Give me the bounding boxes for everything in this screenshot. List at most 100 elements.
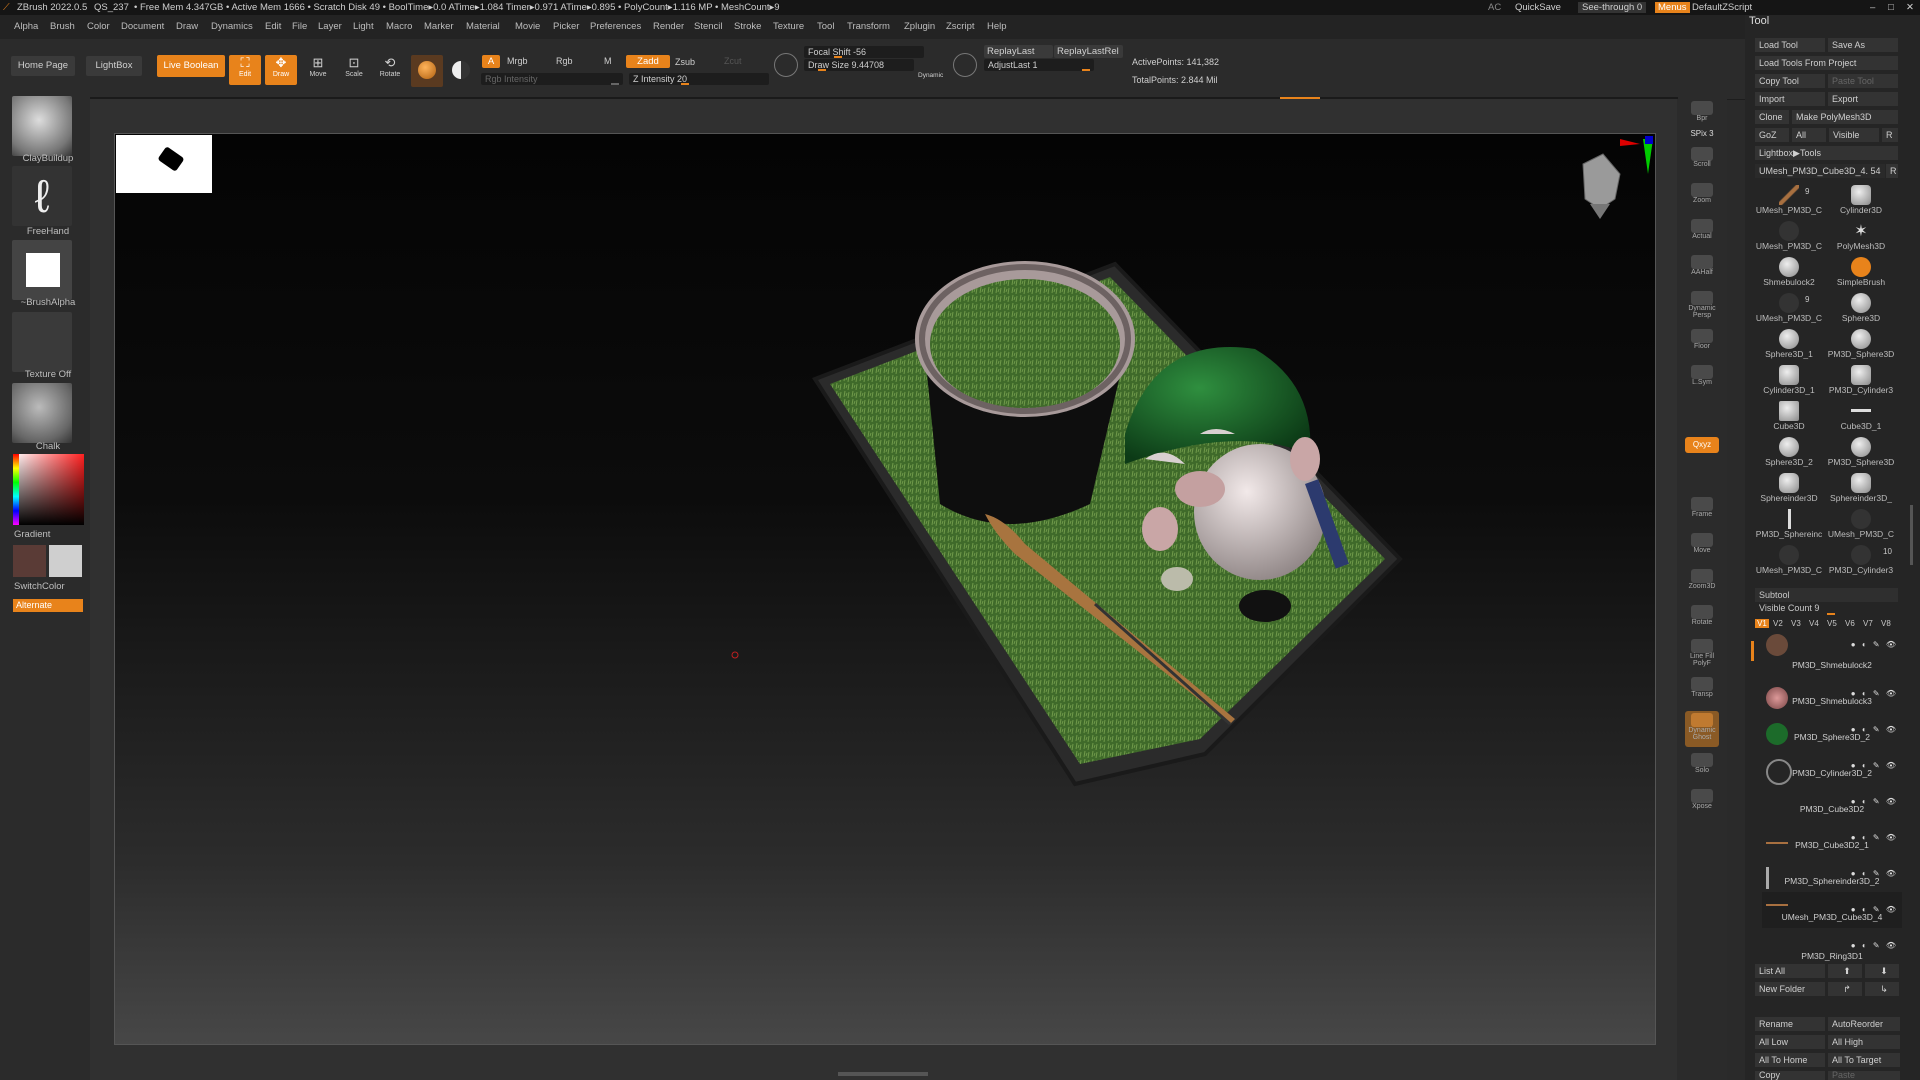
replay-last-rel-button[interactable]: ReplayLastRel	[1054, 45, 1123, 58]
a-button[interactable]: A	[482, 55, 500, 68]
subtool-row[interactable]: ● ◐ ✎ 👁 PM3D_Sphereinder3D_2	[1762, 856, 1902, 892]
all-low-button[interactable]: All Low	[1755, 1035, 1825, 1049]
default-zscript-button[interactable]: DefaultZScript	[1692, 2, 1752, 13]
menus-toggle[interactable]: Menus	[1655, 2, 1690, 13]
tool-item[interactable]: Shmebulock2	[1755, 255, 1823, 289]
copy-tool-button[interactable]: Copy Tool	[1755, 74, 1825, 88]
copy-button[interactable]: Copy	[1755, 1071, 1825, 1080]
tool-item[interactable]: Sphere3D	[1827, 291, 1895, 325]
rotate-button[interactable]: ⟲ Rotate	[374, 55, 406, 85]
paste-tool-button[interactable]: Paste Tool	[1828, 74, 1898, 88]
draw-button[interactable]: ✥ Draw	[265, 55, 297, 85]
menu-document[interactable]: Document	[121, 21, 164, 32]
menu-marker[interactable]: Marker	[424, 21, 454, 32]
draw-size-slider[interactable]: Draw Size 9.44708	[804, 59, 914, 71]
menu-dynamics[interactable]: Dynamics	[211, 21, 253, 32]
solo-button[interactable]: Solo	[1685, 751, 1719, 781]
floor-button[interactable]: Floor	[1685, 327, 1719, 357]
make-polymesh-button[interactable]: Make PolyMesh3D	[1792, 110, 1898, 124]
version-tab[interactable]: V6	[1845, 619, 1855, 628]
quicksave-button[interactable]: QuickSave	[1515, 2, 1561, 13]
tool-item[interactable]: Sphere3D_1	[1755, 327, 1823, 361]
goz-all-button[interactable]: All	[1792, 128, 1826, 142]
menu-macro[interactable]: Macro	[386, 21, 412, 32]
alternate-toggle[interactable]: Alternate	[13, 599, 83, 612]
subtool-row[interactable]: ● ◐ ✎ 👁 PM3D_Cube3D2	[1762, 784, 1902, 820]
folder-arrow-icon[interactable]: ↱	[1828, 982, 1862, 996]
tool-item[interactable]: ✶ PolyMesh3D	[1827, 219, 1895, 253]
home-page-button[interactable]: Home Page	[11, 56, 75, 76]
menu-brush[interactable]: Brush	[50, 21, 75, 32]
frame-button[interactable]: Frame	[1685, 495, 1719, 525]
sphere-material-button[interactable]	[447, 55, 475, 87]
tool-item[interactable]: Sphere3D_2	[1755, 435, 1823, 469]
lazy-mouse-icon[interactable]	[774, 53, 798, 77]
subtool-header[interactable]: Subtool	[1755, 588, 1898, 602]
goz-button[interactable]: GoZ	[1755, 128, 1789, 142]
move-view-button[interactable]: Move	[1685, 531, 1719, 561]
m-button[interactable]: M	[604, 56, 612, 66]
rgb-button[interactable]: Rgb	[556, 56, 573, 66]
load-tool-button[interactable]: Load Tool	[1755, 38, 1825, 52]
menu-picker[interactable]: Picker	[553, 21, 579, 32]
rename-button[interactable]: Rename	[1755, 1017, 1825, 1031]
persp-button[interactable]: Dynamic Persp	[1685, 289, 1719, 319]
scroll-button[interactable]: Scroll	[1685, 145, 1719, 175]
rgb-intensity-slider[interactable]: Rgb Intensity	[481, 73, 623, 85]
tool-item[interactable]: Cube3D_1	[1827, 399, 1895, 433]
replay-last-button[interactable]: ReplayLast	[984, 45, 1053, 58]
lsym-button[interactable]: L.Sym	[1685, 363, 1719, 393]
tool-item[interactable]: SimpleBrush	[1827, 255, 1895, 289]
folder-return-icon[interactable]: ↳	[1865, 982, 1899, 996]
autoreorder-button[interactable]: AutoReorder	[1828, 1017, 1900, 1031]
version-tab[interactable]: V4	[1809, 619, 1819, 628]
menu-stencil[interactable]: Stencil	[694, 21, 723, 32]
material-thumbnail[interactable]	[12, 383, 72, 443]
move-button[interactable]: ⊞ Move	[302, 55, 334, 85]
actual-button[interactable]: Actual	[1685, 217, 1719, 247]
version-tab[interactable]: V2	[1773, 619, 1783, 628]
adjust-last-slider[interactable]: AdjustLast 1	[984, 59, 1094, 71]
version-tab[interactable]: V3	[1791, 619, 1801, 628]
move-up-icon[interactable]: ⬆	[1828, 964, 1862, 978]
menu-stroke[interactable]: Stroke	[734, 21, 761, 32]
maximize-icon[interactable]: □	[1888, 2, 1894, 13]
live-boolean-button[interactable]: Live Boolean	[157, 55, 225, 77]
subtool-row[interactable]: ● ◐ ✎ 👁 PM3D_Sphere3D_2	[1762, 712, 1902, 748]
tool-item[interactable]: UMesh_PM3D_C	[1755, 543, 1823, 577]
load-from-project-button[interactable]: Load Tools From Project	[1755, 56, 1898, 70]
brush-thumbnail[interactable]	[12, 96, 72, 156]
all-to-home-button[interactable]: All To Home	[1755, 1053, 1825, 1067]
lightbox-tools-button[interactable]: Lightbox▶Tools	[1755, 146, 1898, 160]
tool-item[interactable]: PM3D_Sphere3D	[1827, 435, 1895, 469]
dynamic-toggle[interactable]: Dynamic	[918, 72, 943, 79]
new-folder-button[interactable]: New Folder	[1755, 982, 1825, 996]
zoom3d-button[interactable]: Zoom3D	[1685, 567, 1719, 597]
tool-item[interactable]: UMesh_PM3D_C	[1755, 183, 1823, 217]
scale-button[interactable]: ⊡ Scale	[338, 55, 370, 85]
version-tab[interactable]: V5	[1827, 619, 1837, 628]
subtool-row[interactable]: ● ◐ ✎ 👁 UMesh_PM3D_Cube3D_4	[1762, 892, 1902, 928]
see-through-slider[interactable]: See-through 0	[1578, 2, 1647, 13]
zcut-button[interactable]: Zcut	[724, 56, 742, 66]
menu-layer[interactable]: Layer	[318, 21, 342, 32]
axis-gizmo[interactable]	[1582, 136, 1653, 219]
menu-alpha[interactable]: Alpha	[14, 21, 38, 32]
all-high-button[interactable]: All High	[1828, 1035, 1900, 1049]
list-all-button[interactable]: List All	[1755, 964, 1825, 978]
tool-scrollbar[interactable]	[1910, 505, 1913, 565]
aahalf-button[interactable]: AAHalf	[1685, 253, 1719, 283]
tool-item[interactable]: UMesh_PM3D_C	[1827, 507, 1895, 541]
current-tool-r-button[interactable]: R	[1886, 164, 1898, 178]
subtool-controls[interactable]: ● ◐ ✎ 👁	[1851, 640, 1898, 649]
all-to-target-button[interactable]: All To Target	[1828, 1053, 1900, 1067]
paste-button[interactable]: Paste	[1828, 1071, 1900, 1080]
bottom-tray-handle[interactable]	[838, 1072, 928, 1076]
menu-preferences[interactable]: Preferences	[590, 21, 641, 32]
alpha-thumbnail[interactable]	[12, 240, 72, 300]
tool-item[interactable]: Cylinder3D_1	[1755, 363, 1823, 397]
version-tab[interactable]: V7	[1863, 619, 1873, 628]
z-intensity-slider[interactable]: Z Intensity 20	[629, 73, 769, 85]
subtool-row[interactable]: ● ◐ ✎ 👁 PM3D_Shmebulock3	[1762, 676, 1902, 712]
tool-item[interactable]: PM3D_Sphereinc	[1755, 507, 1823, 541]
